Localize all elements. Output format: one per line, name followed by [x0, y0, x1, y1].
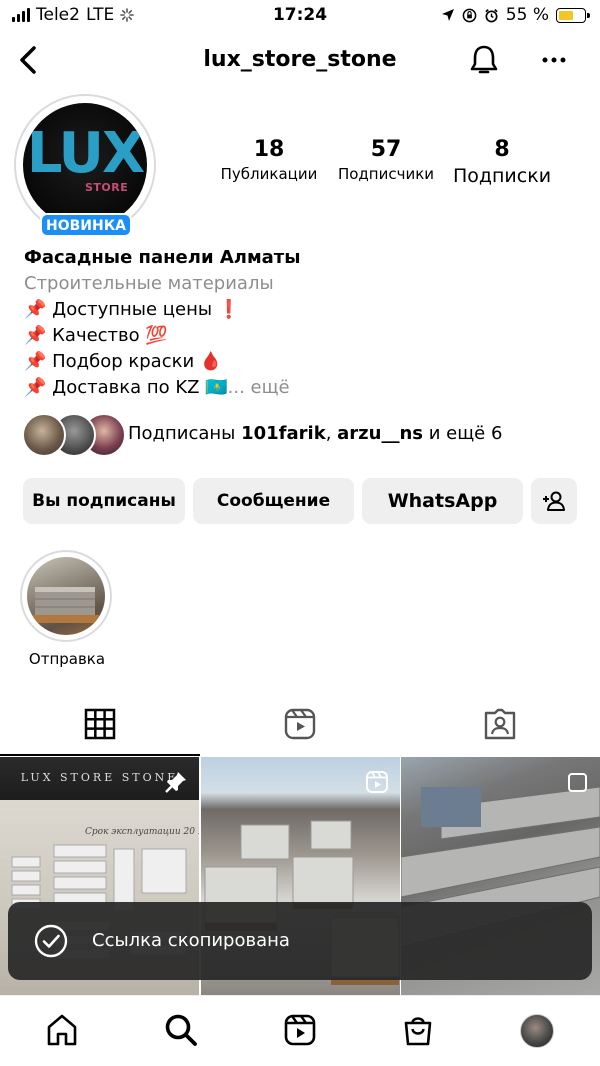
status-bar: Tele2 LTE 17:24 55 % — [0, 0, 600, 30]
followed-by-user[interactable]: arzu__ns — [337, 423, 423, 444]
nav-search[interactable] — [163, 1012, 199, 1048]
post-caption-text: Срок эксплуатации 20 лет — [85, 827, 199, 837]
battery-percent: 55 % — [505, 5, 549, 25]
nav-shop[interactable] — [400, 1012, 436, 1048]
suggested-users-button[interactable] — [531, 478, 577, 524]
status-bar-right: 55 % — [441, 5, 590, 25]
stat-followers-value: 57 — [370, 137, 402, 162]
followed-by-row[interactable]: Подписаны 101farik, arzu__ns и ещё 6 — [22, 413, 582, 457]
pinned-icon — [165, 772, 186, 793]
logo-subtext: STORE — [85, 181, 129, 194]
new-badge: НОВИНКА — [40, 213, 132, 237]
tab-tagged[interactable] — [480, 704, 520, 744]
profile-category: Строительные материалы — [24, 273, 274, 294]
reels-icon — [284, 1014, 316, 1046]
following-button[interactable]: Вы подписаны — [23, 478, 185, 524]
active-tab-indicator — [0, 754, 200, 756]
add-person-icon — [543, 491, 565, 511]
reels-icon — [284, 708, 316, 740]
link-copied-toast: Ссылка скопирована — [8, 902, 592, 980]
home-icon — [47, 1014, 77, 1046]
stat-posts-value: 18 — [253, 137, 285, 162]
stat-followers-label: Подписчики — [337, 165, 435, 183]
logo-text: LUX — [26, 121, 145, 186]
tagged-user-icon — [484, 708, 516, 740]
reel-icon — [366, 771, 388, 793]
stat-following-value: 8 — [494, 137, 510, 162]
notifications-button[interactable] — [466, 42, 502, 78]
bio-more-link[interactable]: ... ещё — [228, 377, 290, 398]
profile-name: Фасадные панели Алматы — [24, 247, 301, 268]
check-circle-icon — [34, 924, 68, 958]
stat-posts-label: Публикации — [220, 165, 318, 183]
logo-image: LUX STORE — [23, 103, 147, 227]
stat-following-label: Подписки — [452, 165, 552, 187]
search-icon — [165, 1014, 197, 1046]
profile-header: lux_store_stone — [0, 38, 600, 84]
more-horizontal-icon — [542, 57, 566, 63]
highlight-thumbnail — [27, 557, 105, 635]
alarm-icon — [485, 8, 498, 22]
toast-message: Ссылка скопирована — [92, 930, 290, 951]
nav-reels[interactable] — [282, 1012, 318, 1048]
followed-by-suffix: и ещё 6 — [428, 423, 503, 444]
whatsapp-button[interactable]: WhatsApp — [362, 478, 523, 524]
shopping-bag-icon — [404, 1017, 432, 1046]
bottom-navigation — [0, 995, 600, 1066]
carousel-icon — [568, 773, 587, 792]
tab-posts-grid[interactable] — [80, 704, 120, 744]
stat-following[interactable]: 8 Подписки — [444, 137, 560, 187]
grid-icon — [84, 708, 116, 740]
nav-home[interactable] — [44, 1012, 80, 1048]
highlight-label: Отправка — [28, 650, 106, 668]
profile-username: lux_store_stone — [203, 47, 397, 72]
tab-reels[interactable] — [280, 704, 320, 744]
followed-by-user[interactable]: 101farik — [241, 423, 326, 444]
story-highlight[interactable] — [20, 550, 112, 642]
bio-line-last: 📌 Доставка по KZ 🇰🇿... ещё — [24, 375, 584, 401]
stat-followers[interactable]: 57 Подписчики — [328, 137, 444, 183]
bio-line: 📌 Доставка по KZ 🇰🇿 — [24, 377, 228, 398]
stat-posts[interactable]: 18 Публикации — [210, 137, 328, 183]
followed-by-text: Подписаны 101farik, arzu__ns и ещё 6 — [128, 423, 502, 444]
followed-by-separator: , — [325, 423, 332, 444]
bio-line: 📌 Подбор краски 🩸 — [24, 351, 223, 372]
bio-line: 📌 Качество 💯 — [24, 325, 168, 346]
bell-icon — [470, 45, 498, 74]
bio-line: 📌 Доступные цены ❗ — [24, 299, 241, 320]
nav-profile-avatar[interactable] — [520, 1014, 554, 1048]
follower-avatar — [22, 413, 66, 457]
orientation-lock-icon — [462, 8, 477, 22]
battery-icon — [556, 7, 590, 23]
pallet-image — [33, 587, 99, 623]
followed-by-prefix: Подписаны — [128, 423, 236, 444]
more-options-button[interactable] — [536, 44, 572, 76]
location-arrow-icon — [441, 9, 454, 21]
profile-bio: Фасадные панели Алматы Строительные мате… — [24, 245, 584, 401]
message-button[interactable]: Сообщение — [193, 478, 354, 524]
